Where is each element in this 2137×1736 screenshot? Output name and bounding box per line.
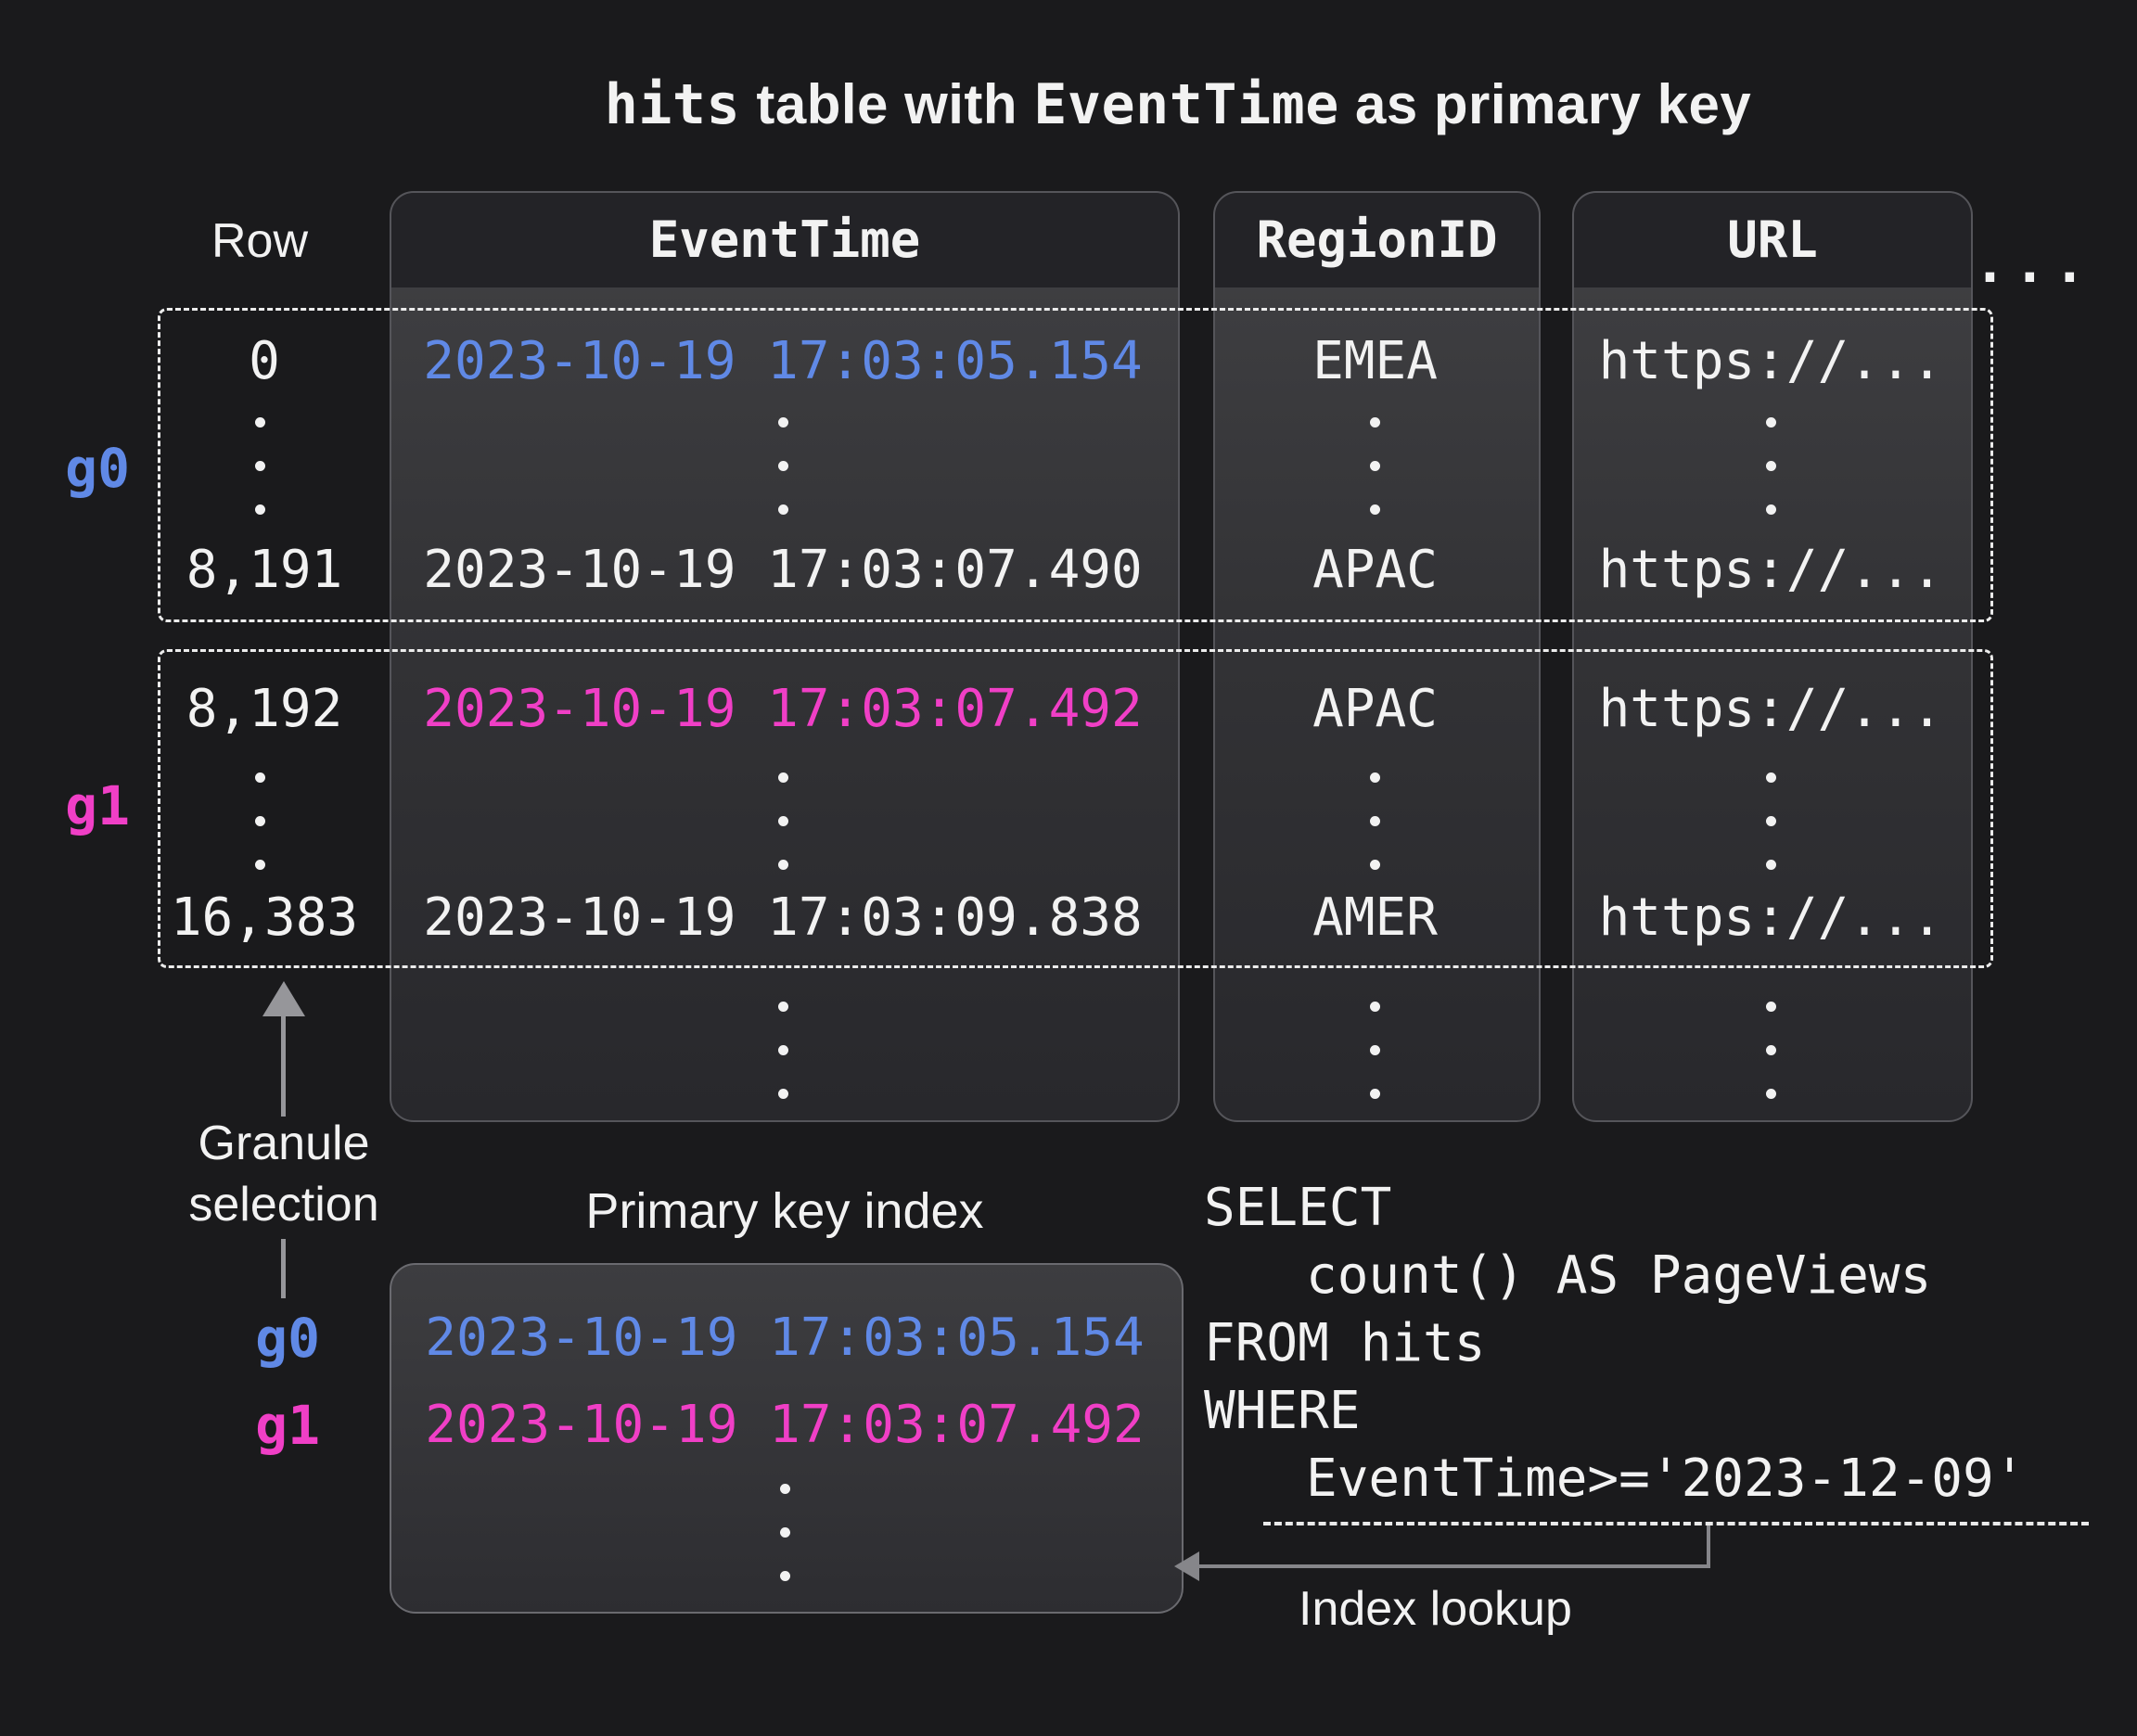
- row-number: 16,383: [153, 888, 376, 948]
- eventtime-value: 2023-10-19 17:03:07.490: [390, 541, 1176, 600]
- regionid-value: APAC: [1213, 680, 1537, 739]
- pk-ellipsis-dots: [780, 1484, 790, 1581]
- index-lookup-connector-vertical: [1707, 1525, 1710, 1566]
- sql-line-count: count() AS PageViews: [1204, 1242, 2137, 1309]
- row-column-header: Row: [167, 213, 352, 269]
- pk-entry-g1-value: 2023-10-19 17:03:07.492: [390, 1396, 1180, 1455]
- sql-line-from: FROM hits: [1204, 1309, 2137, 1377]
- pk-entry-g0-label: g0: [158, 1305, 320, 1372]
- url-value: https://...: [1572, 541, 1969, 600]
- column-header-url: URL: [1574, 193, 1971, 287]
- more-columns-ellipsis: ...: [1974, 232, 2122, 295]
- index-lookup-label: Index lookup: [1299, 1581, 1572, 1637]
- regionid-value: EMEA: [1213, 332, 1537, 391]
- eventtime-value: 2023-10-19 17:03:05.154: [390, 332, 1176, 391]
- primary-key-index-heading: Primary key index: [390, 1182, 1180, 1240]
- url-value: https://...: [1572, 332, 1969, 391]
- row-number: 8,191: [153, 541, 376, 600]
- regionid-ellipsis-dots: [1370, 417, 1380, 515]
- eventtime-value: 2023-10-19 17:03:09.838: [390, 888, 1176, 948]
- predicate-dashed-underline: [1263, 1522, 2089, 1525]
- url-ellipsis-dots: [1766, 772, 1776, 870]
- title-code-hits: hits: [605, 72, 741, 137]
- index-lookup-arrow-head: [1174, 1551, 1199, 1581]
- index-lookup-connector-horizontal: [1198, 1564, 1710, 1568]
- title-text-1: table with: [740, 73, 1033, 135]
- granule-g1-label: g1: [19, 772, 130, 839]
- granule-g0-label: g0: [19, 435, 130, 502]
- granule-selection-arrow-head: [262, 981, 305, 1016]
- column-header-eventtime: EventTime: [391, 193, 1178, 287]
- row-number: 8,192: [153, 680, 376, 739]
- regionid-value: APAC: [1213, 541, 1537, 600]
- regionid-ellipsis-dots: [1370, 1002, 1380, 1099]
- url-value: https://...: [1572, 888, 1969, 948]
- row-ellipsis-dots: [255, 772, 265, 870]
- regionid-ellipsis-dots: [1370, 772, 1380, 870]
- eventtime-value: 2023-10-19 17:03:07.492: [390, 680, 1176, 739]
- eventtime-ellipsis-dots: [778, 1002, 788, 1099]
- sql-query: SELECT count() AS PageViews FROM hits WH…: [1204, 1174, 2137, 1513]
- granule-selection-arrow-shaft-lower: [281, 1239, 286, 1298]
- row-number: 0: [153, 332, 376, 391]
- url-ellipsis-dots: [1766, 1002, 1776, 1099]
- sql-line-where: WHERE: [1204, 1377, 2137, 1445]
- clickhouse-primary-index-diagram: hits table with EventTime as primary key…: [0, 0, 2137, 1736]
- diagram-title: hits table with EventTime as primary key: [343, 72, 2013, 137]
- column-header-regionid: RegionID: [1215, 193, 1539, 287]
- url-ellipsis-dots: [1766, 417, 1776, 515]
- title-code-eventtime: EventTime: [1033, 72, 1339, 137]
- title-text-2: as primary key: [1339, 73, 1751, 135]
- pk-entry-g0-value: 2023-10-19 17:03:05.154: [390, 1308, 1180, 1368]
- row-ellipsis-dots: [255, 417, 265, 515]
- regionid-value: AMER: [1213, 888, 1537, 948]
- pk-entry-g1-label: g1: [158, 1392, 320, 1459]
- eventtime-ellipsis-dots: [778, 772, 788, 870]
- sql-line-predicate: EventTime>='2023-12-09': [1204, 1445, 2137, 1513]
- eventtime-ellipsis-dots: [778, 417, 788, 515]
- granule-selection-arrow-shaft: [281, 1015, 286, 1117]
- url-value: https://...: [1572, 680, 1969, 739]
- sql-line-select: SELECT: [1204, 1174, 2137, 1242]
